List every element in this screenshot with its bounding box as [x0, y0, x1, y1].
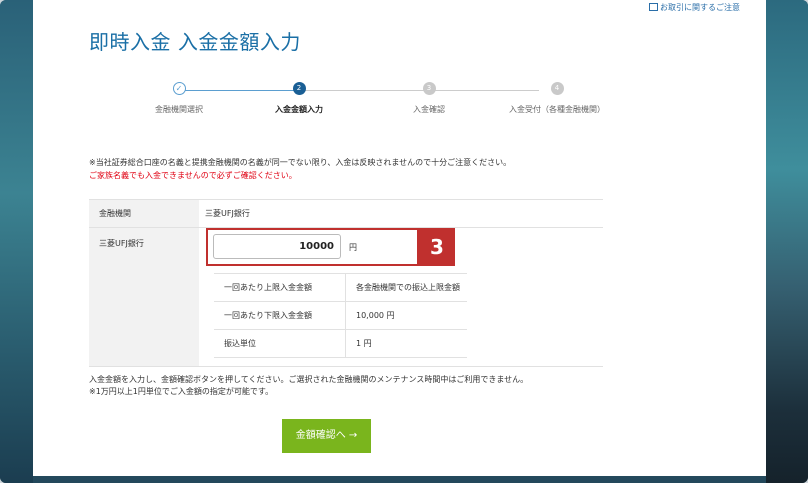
- step-2: 2 入金金額入力: [239, 82, 359, 115]
- step-badge: 3: [419, 228, 455, 266]
- instruction-text: 入金金額を入力し、金額確認ボタンを押してください。ご選択された金融機関のメンテナ…: [89, 375, 529, 384]
- step-1: ✓ 金融機関選択: [119, 82, 239, 115]
- background-left: [0, 0, 33, 483]
- background-right: [766, 0, 808, 483]
- notice-link-text: お取引に関するご注意: [660, 3, 740, 12]
- amount-unit-note: ※1万円以上1円単位でご入金額の指定が可能です。: [89, 387, 274, 396]
- bank-value: 三菱UFJ銀行: [205, 209, 250, 218]
- step-3: 3 入金確認: [369, 82, 489, 115]
- name-match-notice: ※当社証券総合口座の名義と提携金融機関の名義が同一でない限り、入金は反映されませ…: [89, 158, 512, 167]
- step-4-number: 4: [550, 82, 564, 95]
- page-title: 即時入金 入金金額入力: [89, 30, 301, 54]
- limit-key: 振込単位: [214, 329, 346, 358]
- notice-link[interactable]: お取引に関するご注意: [649, 2, 740, 13]
- step-3-label: 入金確認: [413, 105, 445, 114]
- amount-row-label: 三菱UFJ銀行: [89, 228, 199, 366]
- limit-key: 一回あたり下限入金金額: [214, 301, 346, 330]
- step-4: 4 入金受付（各種金融機関）: [497, 82, 617, 115]
- progress-steps: ✓ 金融機関選択 2 入金金額入力 3 入金確認 4 入金受付（各種金融機関）: [119, 82, 605, 122]
- table-row: 振込単位 1 円: [214, 329, 467, 358]
- limit-value: 各金融機関での振込上限金額: [345, 273, 467, 302]
- page-content: お取引に関するご注意 即時入金 入金金額入力 ✓ 金融機関選択 2 入金金額入力…: [33, 0, 766, 476]
- limit-value: 10,000 円: [345, 301, 467, 330]
- step-3-number: 3: [422, 82, 436, 95]
- table-row: 一回あたり下限入金金額 10,000 円: [214, 301, 467, 330]
- step-1-label: 金融機関選択: [155, 105, 203, 114]
- family-name-warning: ご家族名義でも入金できませんので必ずご確認ください。: [89, 171, 297, 180]
- limit-value: 1 円: [345, 329, 467, 358]
- yen-unit: 円: [349, 243, 357, 252]
- table-row: 一回あたり上限入金金額 各金融機関での振込上限金額: [214, 273, 467, 302]
- external-link-icon: [649, 3, 658, 11]
- check-icon: ✓: [172, 82, 186, 95]
- step-2-label: 入金金額入力: [275, 105, 323, 114]
- bank-row: 金融機関 三菱UFJ銀行: [89, 200, 603, 228]
- amount-input[interactable]: [213, 234, 341, 259]
- step-2-number: 2: [292, 82, 306, 95]
- confirm-amount-button[interactable]: 金額確認へ →: [282, 419, 371, 453]
- limit-key: 一回あたり上限入金金額: [214, 273, 346, 302]
- bank-label: 金融機関: [89, 200, 199, 227]
- screenshot-frame: お取引に関するご注意 即時入金 入金金額入力 ✓ 金融機関選択 2 入金金額入力…: [0, 0, 808, 483]
- step-4-label: 入金受付（各種金融機関）: [509, 105, 605, 114]
- deposit-limits-table: 一回あたり上限入金金額 各金融機関での振込上限金額 一回あたり下限入金金額 10…: [214, 273, 467, 358]
